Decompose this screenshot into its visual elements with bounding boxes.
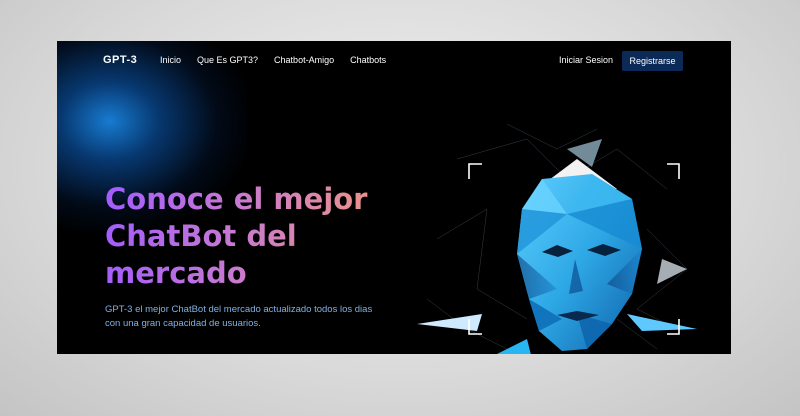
navbar: GPT-3 Inicio Que Es GPT3? Chatbot-Amigo … xyxy=(57,41,731,81)
ai-face-polygon-icon xyxy=(417,123,697,354)
nav-links: Inicio Que Es GPT3? Chatbot-Amigo Chatbo… xyxy=(160,55,402,65)
nav-link-chatbot-amigo[interactable]: Chatbot-Amigo xyxy=(274,55,334,65)
nav-link-inicio[interactable]: Inicio xyxy=(160,55,181,65)
browser-viewport: GPT-3 Inicio Que Es GPT3? Chatbot-Amigo … xyxy=(57,41,731,354)
hero-title: Conoce el mejor ChatBot del mercado xyxy=(105,181,405,292)
login-link[interactable]: Iniciar Sesion xyxy=(559,55,613,65)
nav-link-chatbots[interactable]: Chatbots xyxy=(350,55,386,65)
logo[interactable]: GPT-3 xyxy=(103,54,137,66)
nav-link-que-es-gpt3[interactable]: Que Es GPT3? xyxy=(197,55,258,65)
hero-subtitle: GPT-3 el mejor ChatBot del mercado actua… xyxy=(105,304,373,329)
register-button[interactable]: Registrarse xyxy=(622,51,683,71)
